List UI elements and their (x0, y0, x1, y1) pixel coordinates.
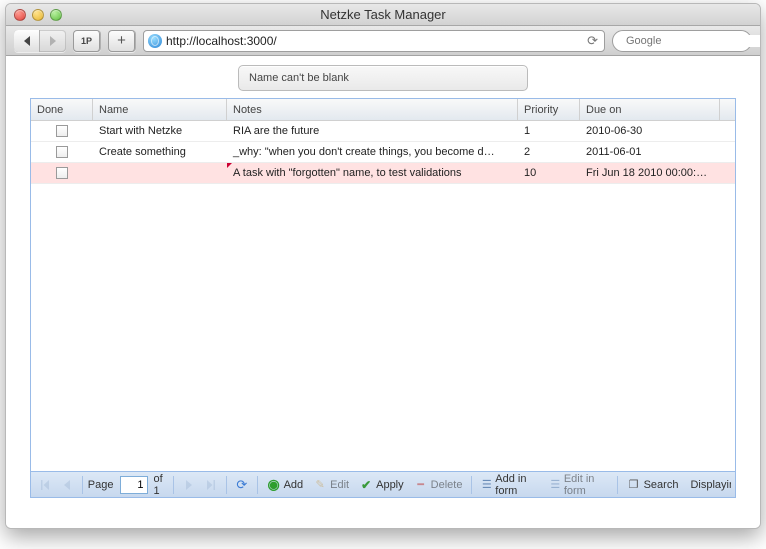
cell-priority[interactable]: 2 (518, 142, 580, 162)
toolbar-separator (257, 476, 258, 494)
checkbox-icon[interactable] (56, 125, 68, 137)
cell-name[interactable]: Start with Netzke (93, 121, 227, 141)
add-in-form-button[interactable]: ☰ Add in form (477, 475, 544, 495)
toolbar-separator (471, 476, 472, 494)
delete-button-label: Delete (431, 479, 463, 491)
cell-priority[interactable]: 10 (518, 163, 580, 183)
cell-due-on[interactable]: 2010-06-30 (580, 121, 720, 141)
window-titlebar: Netzke Task Manager (6, 4, 760, 26)
cell-done[interactable] (31, 163, 93, 183)
add-in-form-label: Add in form (495, 473, 539, 497)
add-icon: ◉ (267, 478, 281, 492)
checkbox-icon[interactable] (56, 146, 68, 158)
refresh-icon: ⟳ (235, 478, 249, 492)
toolbar-separator (173, 476, 174, 494)
nav-buttons (14, 30, 66, 52)
binoculars-icon: ❐ (627, 478, 641, 492)
cell-notes[interactable]: A task with "forgotten" name, to test va… (227, 163, 518, 183)
column-header-notes[interactable]: Notes (227, 99, 518, 120)
add-button-label: Add (284, 479, 304, 491)
search-button-label: Search (644, 479, 679, 491)
cell-due-on[interactable]: Fri Jun 18 2010 00:00:… (580, 163, 720, 183)
cell-done[interactable] (31, 142, 93, 162)
cell-extra (720, 121, 735, 141)
prev-page-button[interactable] (57, 475, 77, 495)
cell-notes[interactable]: _why: "when you don't create things, you… (227, 142, 518, 162)
grid-body: Start with NetzkeRIA are the future12010… (31, 121, 735, 471)
cell-priority[interactable]: 1 (518, 121, 580, 141)
cell-name[interactable] (93, 163, 227, 183)
delete-button[interactable]: ━ Delete (410, 475, 467, 495)
refresh-button[interactable]: ⟳ (232, 475, 252, 495)
onepassword-button[interactable]: 1P (73, 30, 101, 52)
toolbar-separator (226, 476, 227, 494)
address-bar[interactable]: ⟳ (143, 30, 605, 52)
cell-name[interactable]: Create something (93, 142, 227, 162)
tasks-grid: Done Name Notes Priority Due on Start wi… (30, 98, 736, 498)
browser-toolbar: 1P + ⟳ (6, 26, 760, 56)
page-label: Page (88, 479, 114, 491)
add-button[interactable]: ◉ Add (263, 475, 308, 495)
toolbar-separator (82, 476, 83, 494)
search-input[interactable] (626, 35, 761, 47)
apply-button[interactable]: ✔ Apply (355, 475, 408, 495)
column-header-priority[interactable]: Priority (518, 99, 580, 120)
next-page-button[interactable] (179, 475, 199, 495)
checkbox-icon[interactable] (56, 167, 68, 179)
forward-button[interactable] (40, 30, 66, 52)
globe-icon (148, 34, 162, 48)
cell-notes[interactable]: RIA are the future (227, 121, 518, 141)
grid-header: Done Name Notes Priority Due on (31, 99, 735, 121)
reload-icon[interactable]: ⟳ (585, 33, 600, 49)
page-input[interactable] (120, 476, 148, 494)
displaying-label: Displaying (684, 479, 731, 491)
toolbar-separator (617, 476, 618, 494)
cell-due-on[interactable]: 2011-06-01 (580, 142, 720, 162)
form-edit-icon: ☰ (550, 478, 561, 492)
cell-extra (720, 163, 735, 183)
window-controls (6, 9, 62, 21)
table-row[interactable]: A task with "forgotten" name, to test va… (31, 163, 735, 184)
add-tab-button[interactable]: + (108, 30, 136, 52)
zoom-icon[interactable] (50, 9, 62, 21)
search-field[interactable] (612, 30, 752, 52)
close-icon[interactable] (14, 9, 26, 21)
browser-window: Netzke Task Manager 1P + ⟳ Name can't be… (5, 3, 761, 529)
edit-button[interactable]: ✎ Edit (309, 475, 353, 495)
edit-in-form-button[interactable]: ☰ Edit in form (546, 475, 612, 495)
cell-done[interactable] (31, 121, 93, 141)
cell-extra (720, 142, 735, 162)
delete-icon: ━ (414, 478, 428, 492)
last-page-button[interactable] (201, 475, 221, 495)
apply-button-label: Apply (376, 479, 404, 491)
edit-button-label: Edit (330, 479, 349, 491)
page-total-label: of 1 (154, 473, 169, 497)
window-title: Netzke Task Manager (6, 7, 760, 22)
back-button[interactable] (14, 30, 40, 52)
search-button[interactable]: ❐ Search (623, 475, 683, 495)
page-content: Name can't be blank Done Name Notes Prio… (6, 56, 760, 528)
edit-in-form-label: Edit in form (564, 473, 608, 497)
column-header-name[interactable]: Name (93, 99, 227, 120)
first-page-button[interactable] (35, 475, 55, 495)
validation-message: Name can't be blank (238, 65, 528, 91)
table-row[interactable]: Create something_why: "when you don't cr… (31, 142, 735, 163)
url-input[interactable] (166, 34, 581, 48)
form-add-icon: ☰ (481, 478, 492, 492)
column-header-due-on[interactable]: Due on (580, 99, 720, 120)
paging-toolbar: Page of 1 ⟳ ◉ Add ✎ Edit ✔ (31, 471, 735, 497)
column-header-menu[interactable] (720, 99, 735, 120)
apply-icon: ✔ (359, 478, 373, 492)
column-header-done[interactable]: Done (31, 99, 93, 120)
minimize-icon[interactable] (32, 9, 44, 21)
table-row[interactable]: Start with NetzkeRIA are the future12010… (31, 121, 735, 142)
edit-icon: ✎ (313, 478, 327, 492)
